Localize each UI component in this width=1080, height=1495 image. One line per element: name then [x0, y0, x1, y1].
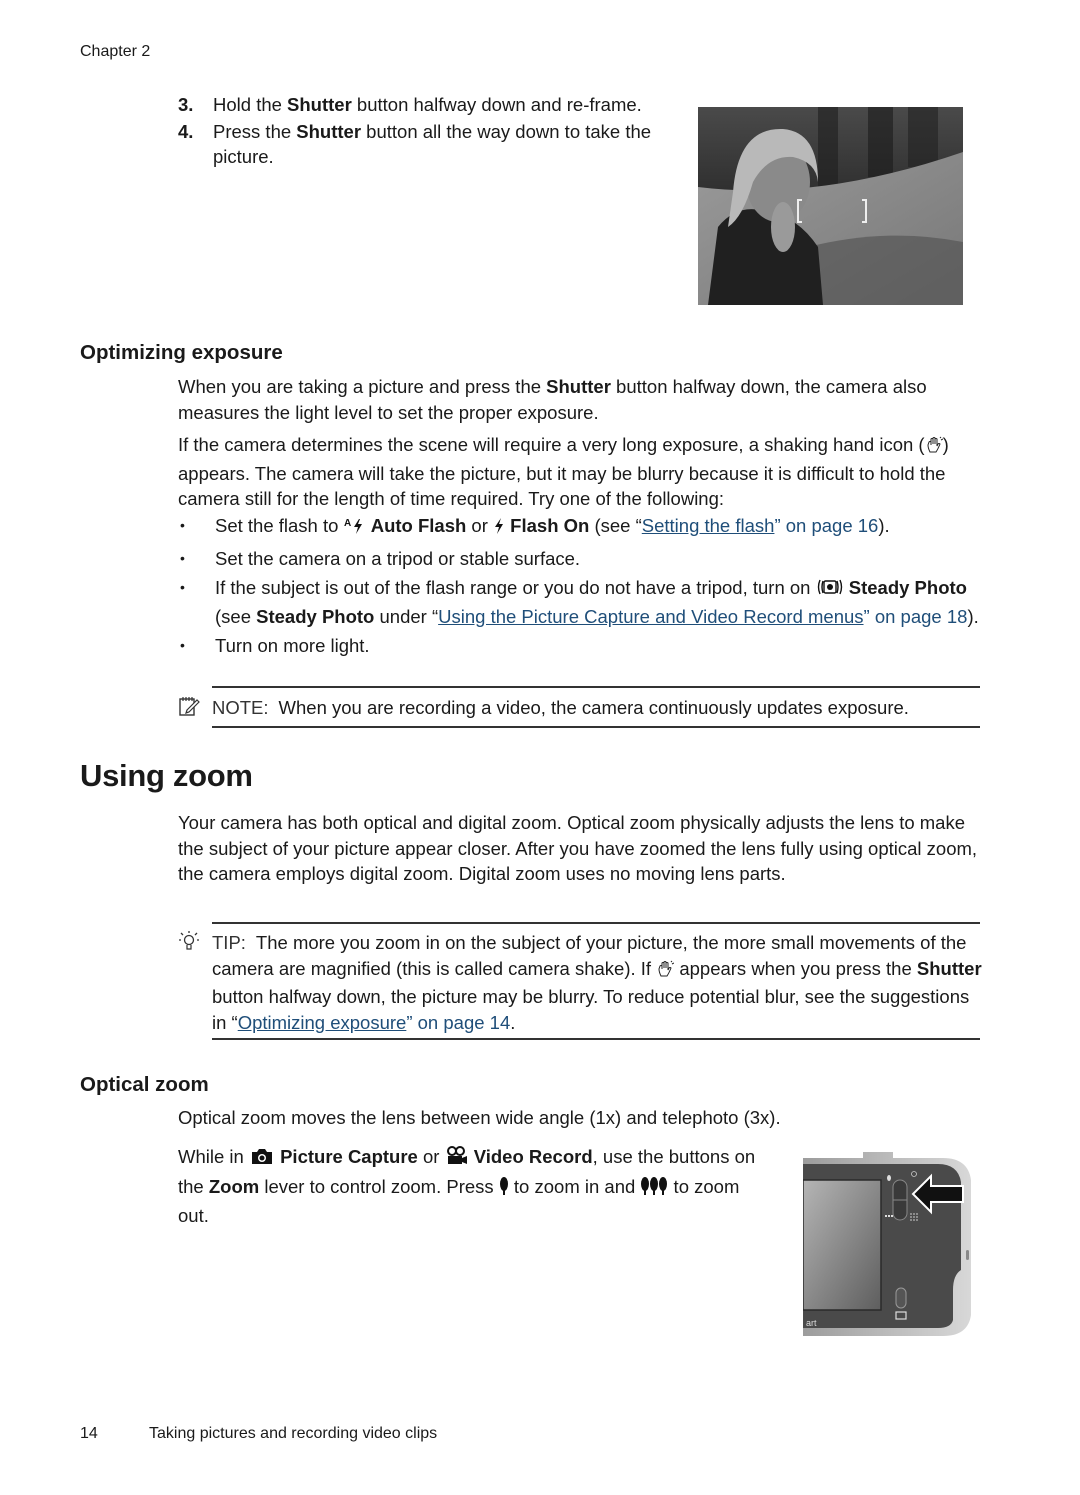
note-box: NOTE: When you are recording a video, th… — [178, 695, 983, 724]
flash-on-icon — [493, 516, 505, 542]
zoom-in-tree-icon — [499, 1176, 509, 1204]
tip-top-divider — [212, 922, 980, 924]
list-item: • Turn on more light. — [178, 633, 983, 659]
example-photo — [698, 107, 963, 305]
page-title-using-zoom: Using zoom — [80, 758, 253, 793]
link-setting-the-flash[interactable]: Setting the flash — [642, 515, 775, 536]
paragraph: If the camera determines the scene will … — [178, 434, 949, 509]
paragraph: Your camera has both optical and digital… — [178, 812, 978, 884]
suggestions-list: • Set the flash to A Auto Flash or Flash… — [178, 513, 983, 663]
camera-icon — [249, 1146, 275, 1174]
bullet-icon: • — [180, 517, 185, 533]
shaking-hand-icon — [925, 435, 943, 461]
shutter-term: Shutter — [287, 94, 352, 115]
shutter-term: Shutter — [296, 120, 362, 142]
note-top-divider — [212, 686, 980, 688]
chapter-label: Chapter 2 — [80, 43, 151, 60]
auto-flash-icon: A — [344, 516, 366, 542]
camera-zoom-lever-illustration: art — [802, 1150, 973, 1340]
paragraph: While in Picture Capture or Video Record… — [178, 1146, 756, 1226]
paragraph: When you are taking a picture and press … — [178, 376, 927, 423]
step-text: Press the Shutter button all the way dow… — [213, 120, 652, 168]
page-footer: 14 Taking pictures and recording video c… — [80, 1425, 437, 1443]
list-item: • Set the flash to A Auto Flash or Flash… — [178, 513, 983, 542]
list-item: • Set the camera on a tripod or stable s… — [178, 546, 983, 572]
lightbulb-icon — [178, 930, 212, 1035]
note-icon — [178, 695, 212, 724]
video-camera-icon — [445, 1146, 469, 1174]
zoom-out-trees-icon — [640, 1176, 668, 1204]
bullet-icon: • — [180, 549, 185, 566]
paragraph: Optical zoom moves the lens between wide… — [178, 1107, 781, 1128]
list-item: • If the subject is out of the flash ran… — [178, 575, 983, 629]
footer-title: Taking pictures and recording video clip… — [149, 1425, 438, 1442]
photo-illustration — [698, 107, 963, 305]
shaking-hand-icon — [656, 959, 675, 985]
step-item: 3. Hold the Shutter button halfway down … — [178, 92, 668, 118]
steps-list: 3. Hold the Shutter button halfway down … — [178, 92, 668, 171]
tip-label: TIP: — [212, 932, 246, 953]
brand-text: art — [806, 1318, 817, 1328]
note-bottom-divider — [212, 726, 980, 728]
tip-box: TIP: The more you zoom in on the subject … — [178, 930, 983, 1035]
bullet-icon: • — [180, 579, 185, 595]
step-text: Hold the Shutter button halfway down and… — [213, 94, 642, 115]
tip-bottom-divider — [212, 1038, 980, 1040]
bullet-icon: • — [180, 637, 185, 653]
page-number: 14 — [80, 1425, 98, 1442]
section-heading-optical-zoom: Optical zoom — [80, 1073, 209, 1096]
note-text: When you are recording a video, the came… — [278, 697, 909, 718]
note-label: NOTE: — [212, 697, 269, 718]
steady-photo-icon — [816, 577, 844, 604]
step-number: 3. — [178, 94, 194, 115]
step-number: 4. — [178, 120, 194, 142]
link-picture-capture-video-record-menus[interactable]: Using the Picture Capture and Video Reco… — [438, 606, 863, 627]
shutter-term: Shutter — [546, 376, 611, 397]
section-heading-optimizing-exposure: Optimizing exposure — [80, 341, 283, 364]
svg-text:A: A — [344, 518, 351, 529]
link-optimizing-exposure[interactable]: Optimizing exposure — [238, 1012, 407, 1033]
step-item: 4. Press the Shutter button all the way … — [178, 119, 668, 170]
